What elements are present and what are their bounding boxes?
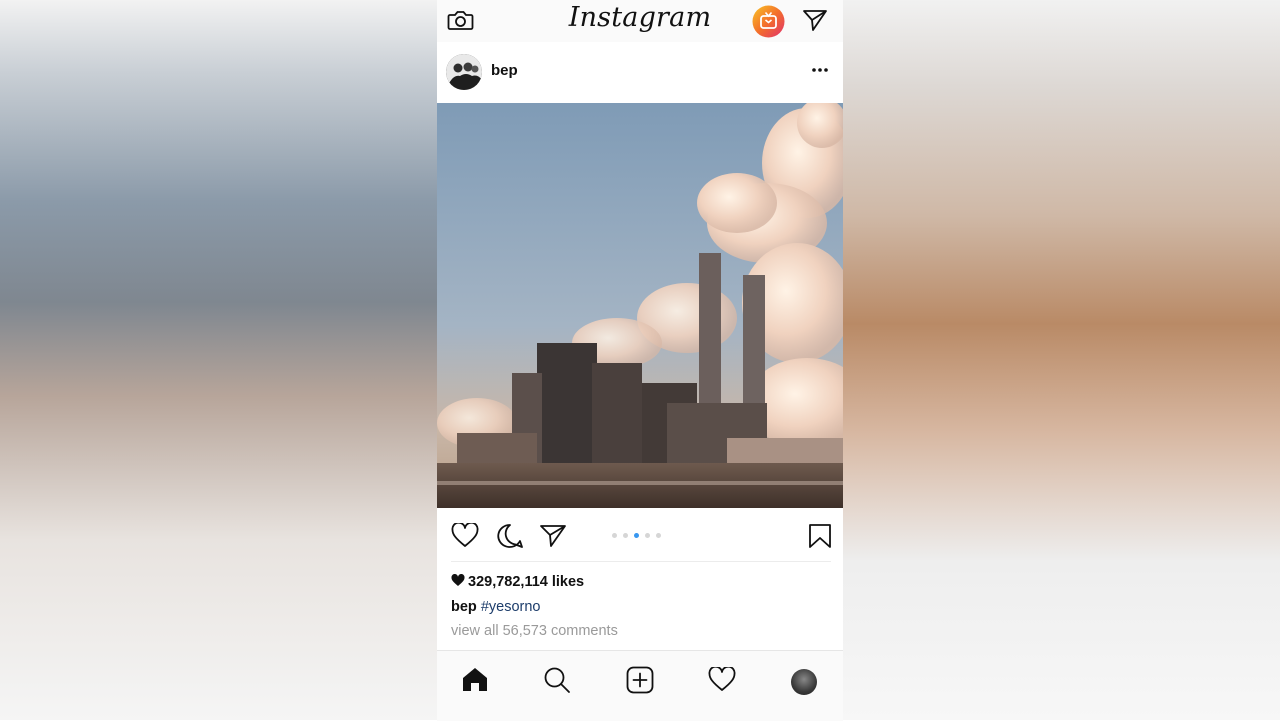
caption-username[interactable]: bep — [451, 599, 477, 615]
share-icon[interactable] — [539, 523, 567, 548]
direct-message-icon[interactable] — [802, 8, 828, 32]
home-icon[interactable] — [461, 666, 489, 693]
caption: bep #yesorno — [451, 599, 540, 615]
avatar[interactable] — [446, 54, 482, 90]
like-heart-icon[interactable] — [451, 523, 479, 548]
likes-text: 329,782,114 likes — [468, 574, 585, 590]
bookmark-icon[interactable] — [808, 523, 832, 549]
new-post-icon[interactable] — [626, 666, 654, 694]
instagram-app: Instagram bep 329,782,114 likes bep #yes… — [437, 0, 843, 721]
more-options-icon[interactable] — [811, 66, 829, 74]
divider — [451, 561, 831, 562]
avatar-photo-icon — [446, 54, 482, 90]
caption-hashtag[interactable]: #yesorno — [481, 599, 541, 615]
blurred-background-right — [843, 0, 1280, 720]
post-username[interactable]: bep — [491, 62, 518, 79]
bottom-navigation — [437, 650, 843, 721]
carousel-dot — [623, 533, 628, 538]
likes-count[interactable]: 329,782,114 likes — [451, 574, 584, 590]
post-actions — [437, 508, 843, 560]
carousel-dot — [645, 533, 650, 538]
profile-icon[interactable] — [791, 669, 817, 695]
carousel-dot — [656, 533, 661, 538]
carousel-dot — [612, 533, 617, 538]
carousel-dot-active — [634, 533, 639, 538]
post-image[interactable] — [437, 103, 843, 508]
power-plant-photo — [437, 103, 843, 508]
comment-icon[interactable] — [496, 523, 524, 549]
activity-icon[interactable] — [708, 667, 736, 692]
top-bar: Instagram — [437, 0, 843, 42]
view-comments-link[interactable]: view all 56,573 comments — [451, 623, 618, 639]
igtv-icon[interactable] — [752, 5, 785, 38]
search-icon[interactable] — [543, 666, 571, 694]
post-header: bep — [437, 42, 843, 102]
small-heart-icon — [451, 574, 465, 586]
